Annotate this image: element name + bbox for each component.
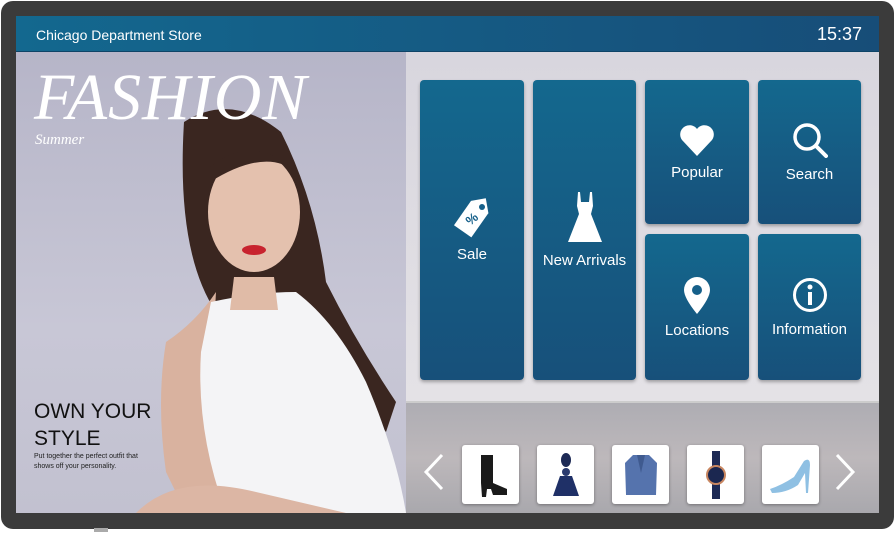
headline-line-1: OWN YOUR [34,400,152,423]
hero-tagline: Put together the perfect outfit that sho… [34,453,138,470]
tile-label: New Arrivals [542,251,627,269]
chevron-right-icon[interactable] [833,447,857,497]
earring-icon [552,452,579,496]
display-stand [94,528,108,532]
kiosk-screen: Chicago Department Store 15:37 FASHION S… [16,16,879,513]
price-tag-icon: % [453,197,489,237]
tile-label: Search [785,165,834,183]
ankle-boot-icon [480,454,507,497]
tile-popular[interactable]: Popular [645,80,749,224]
watch-icon [705,450,726,499]
heart-icon [680,124,714,156]
store-name: Chicago Department Store [36,27,202,43]
map-pin-icon [684,276,710,314]
hero-subtitle: Summer [35,132,85,148]
clock: 15:37 [816,24,862,44]
tile-label: Sale [456,245,488,263]
hero-headline: OWN YOUR STYLE [34,398,151,452]
info-icon [792,277,827,312]
product-carousel [406,401,879,513]
tile-sale[interactable]: % Sale [420,80,524,380]
menu-panel: % Sale New Arrivals Popular Search Locat… [406,52,879,401]
high-heel-icon [769,459,810,493]
tile-label: Popular [671,163,723,181]
tile-information[interactable]: Information [758,234,861,380]
tile-label: Information [771,320,848,338]
tile-search[interactable]: Search [758,80,861,224]
blazer-icon [624,454,657,495]
tile-label: Locations [664,321,730,339]
product-thumb-watch[interactable] [687,445,744,504]
product-thumb-blazer[interactable] [612,445,669,504]
headline-line-2: STYLE [34,427,101,450]
chevron-left-icon[interactable] [422,447,446,497]
search-icon [792,122,828,158]
tile-new-arrivals[interactable]: New Arrivals [533,80,636,380]
dress-icon [567,191,602,242]
product-thumb-boot[interactable] [462,445,519,504]
product-thumb-heel[interactable] [762,445,819,504]
tile-locations[interactable]: Locations [645,234,749,380]
hero-banner[interactable]: FASHION Summer OWN YOUR STYLE Put togethe… [16,52,406,513]
header-bar: Chicago Department Store 15:37 [16,16,879,52]
hero-title: FASHION [34,61,308,134]
product-thumb-earring[interactable] [537,445,594,504]
